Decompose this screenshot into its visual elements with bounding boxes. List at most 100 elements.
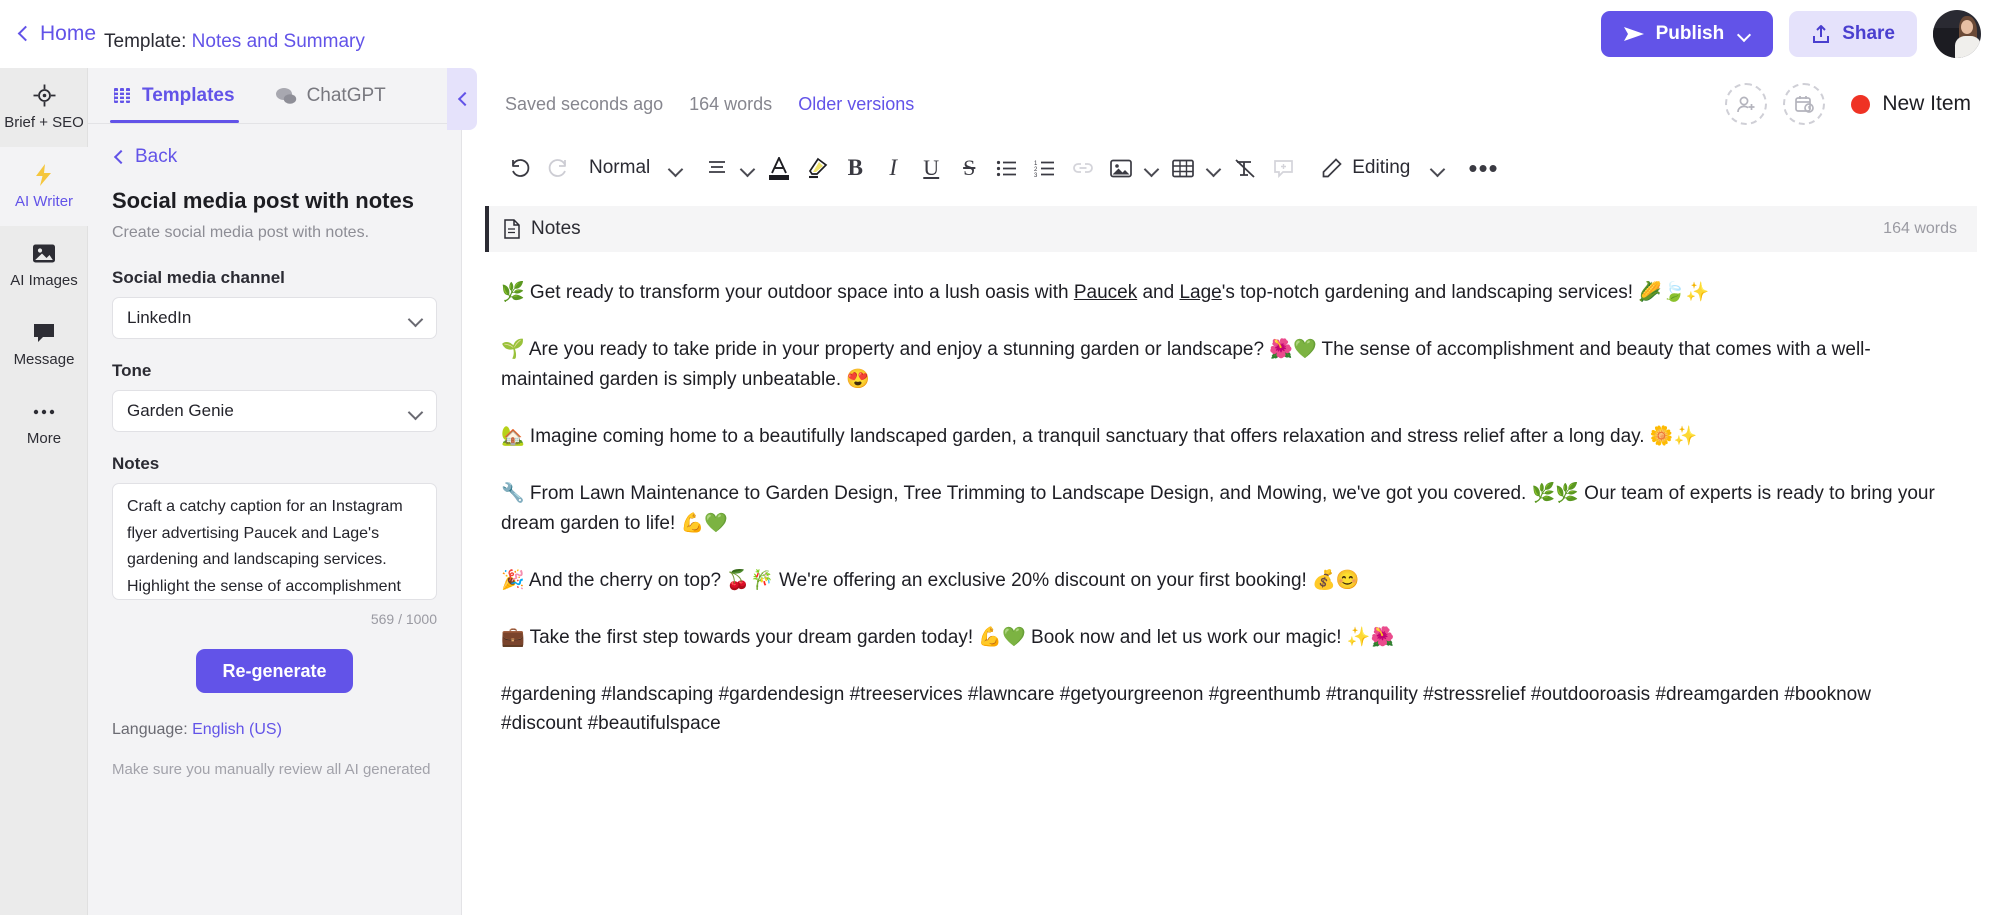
template-description: Create social media post with notes. — [112, 224, 370, 241]
highlighter-button[interactable] — [798, 149, 836, 187]
share-button[interactable]: Share — [1789, 11, 1917, 57]
link-button[interactable] — [1064, 149, 1102, 187]
paragraph: 🏡 Imagine coming home to a beautifully l… — [501, 426, 1698, 447]
comment-icon — [1273, 159, 1294, 178]
document-status-bar: Saved seconds ago 164 words Older versio… — [463, 68, 1999, 140]
notes-block-title-group: Notes — [503, 218, 581, 240]
invite-collaborator-button[interactable] — [1725, 83, 1768, 125]
chevron-down-icon[interactable] — [1206, 164, 1222, 173]
chevron-down-icon — [408, 314, 424, 323]
paragraph: 🌱 Are you ready to take pride in your pr… — [501, 339, 1871, 390]
paragraph-style-select[interactable]: Normal — [577, 149, 654, 187]
spellcheck-underlined-word: Paucek — [1073, 282, 1138, 303]
rail-item-brief-seo[interactable]: Brief + SEO — [0, 68, 88, 147]
calendar-clock-icon — [1794, 94, 1815, 114]
regenerate-button[interactable]: Re-generate — [196, 649, 353, 693]
template-prefix-label: Template: — [104, 31, 187, 52]
avatar[interactable] — [1933, 10, 1981, 58]
avatar-body-shape — [1955, 36, 1981, 58]
insert-table-button[interactable] — [1164, 149, 1202, 187]
status-dot — [1851, 94, 1871, 114]
schedule-button[interactable] — [1783, 83, 1826, 125]
chevron-down-icon[interactable] — [1430, 164, 1446, 173]
upload-icon — [1811, 24, 1831, 45]
template-breadcrumb: Template: Notes and Summary — [104, 31, 365, 53]
svg-text:3: 3 — [1034, 173, 1038, 177]
paragraph: 🌿 Get ready to transform your outdoor sp… — [501, 282, 1710, 303]
rail-item-more[interactable]: More — [0, 384, 88, 463]
rail-item-message[interactable]: Message — [0, 305, 88, 384]
notes-character-counter: 569 / 1000 — [370, 611, 437, 627]
bold-button[interactable]: B — [836, 149, 874, 187]
highlighter-icon — [806, 157, 828, 179]
chevron-down-icon[interactable] — [1144, 164, 1160, 173]
notes-textarea[interactable] — [112, 483, 437, 600]
comment-button[interactable] — [1264, 149, 1302, 187]
rail-item-label: Brief + SEO — [4, 114, 84, 131]
back-button[interactable]: Back — [112, 146, 437, 168]
strikethrough-button[interactable]: S — [950, 149, 988, 187]
chevron-left-icon — [456, 93, 468, 105]
chevron-down-icon[interactable] — [740, 164, 756, 173]
saved-status-text: Saved seconds ago — [505, 93, 664, 114]
channel-select[interactable]: LinkedIn — [112, 297, 437, 339]
rail-item-ai-images[interactable]: AI Images — [0, 226, 88, 305]
insert-image-button[interactable] — [1102, 149, 1140, 187]
pencil-icon — [1322, 158, 1342, 178]
left-nav-rail: Brief + SEO AI Writer AI Images Message — [0, 68, 88, 915]
numbered-list-button[interactable]: 1 2 3 — [1026, 149, 1064, 187]
tab-label: Templates — [142, 85, 235, 106]
toolbar-more-button[interactable]: ••• — [1460, 155, 1506, 181]
notes-block-header: Notes 164 words — [485, 206, 1977, 252]
template-name-link[interactable]: Notes and Summary — [192, 31, 365, 52]
home-back-link[interactable]: Home — [16, 22, 96, 46]
target-icon — [33, 84, 56, 107]
notes-block-title: Notes — [531, 218, 581, 239]
lightning-bolt-icon — [33, 163, 55, 186]
chevron-left-icon — [112, 151, 125, 164]
language-prefix-label: Language: — [112, 721, 188, 738]
align-button[interactable] — [698, 149, 736, 187]
older-versions-link[interactable]: Older versions — [798, 94, 914, 115]
paragraph: 🔧 From Lawn Maintenance to Garden Design… — [501, 483, 1935, 534]
new-item-status[interactable]: New Item — [1851, 92, 1971, 116]
bold-label: B — [847, 155, 863, 180]
chat-bubble-icon — [32, 321, 56, 344]
italic-button[interactable]: I — [874, 149, 912, 187]
image-icon — [32, 242, 56, 265]
font-color-button[interactable] — [760, 149, 798, 187]
paragraph-style-value: Normal — [589, 157, 651, 178]
tab-templates[interactable]: Templates — [110, 69, 247, 123]
underline-label: U — [923, 155, 940, 180]
rail-item-ai-writer[interactable]: AI Writer — [0, 147, 88, 226]
underline-button[interactable]: U — [912, 149, 950, 187]
publish-button[interactable]: Publish — [1600, 11, 1774, 57]
undo-icon — [509, 157, 531, 179]
ellipsis-icon — [32, 400, 56, 423]
template-title: Social media post with notes — [112, 188, 414, 213]
editing-mode-button[interactable]: Editing — [1316, 149, 1416, 187]
top-header: Home Template: Notes and Summary Publish… — [0, 0, 1999, 68]
align-icon — [707, 160, 727, 176]
collapse-panel-handle[interactable] — [447, 68, 477, 130]
undo-button[interactable] — [501, 149, 539, 187]
channel-selected-value: LinkedIn — [127, 308, 192, 327]
rail-item-label: AI Writer — [14, 193, 74, 210]
tab-chatgpt[interactable]: ChatGPT — [273, 69, 398, 123]
image-icon — [1110, 159, 1133, 178]
bullet-list-button[interactable] — [988, 149, 1026, 187]
language-value-link[interactable]: English (US) — [192, 721, 282, 738]
redo-button[interactable] — [539, 149, 577, 187]
paragraph: 🎉 And the cherry on top? 🍒🎋 We're offeri… — [501, 570, 1360, 591]
tone-field-label: Tone — [112, 361, 152, 380]
bullet-list-icon — [996, 160, 1018, 177]
document-content[interactable]: 🌿 Get ready to transform your outdoor sp… — [463, 252, 1999, 738]
tone-select[interactable]: Garden Genie — [112, 390, 437, 432]
send-icon — [1623, 24, 1645, 44]
font-color-icon — [769, 156, 790, 180]
clear-formatting-button[interactable] — [1226, 149, 1264, 187]
paragraph-hashtags: #gardening #landscaping #gardendesign #t… — [501, 684, 1871, 734]
chevron-down-icon[interactable] — [668, 164, 684, 173]
